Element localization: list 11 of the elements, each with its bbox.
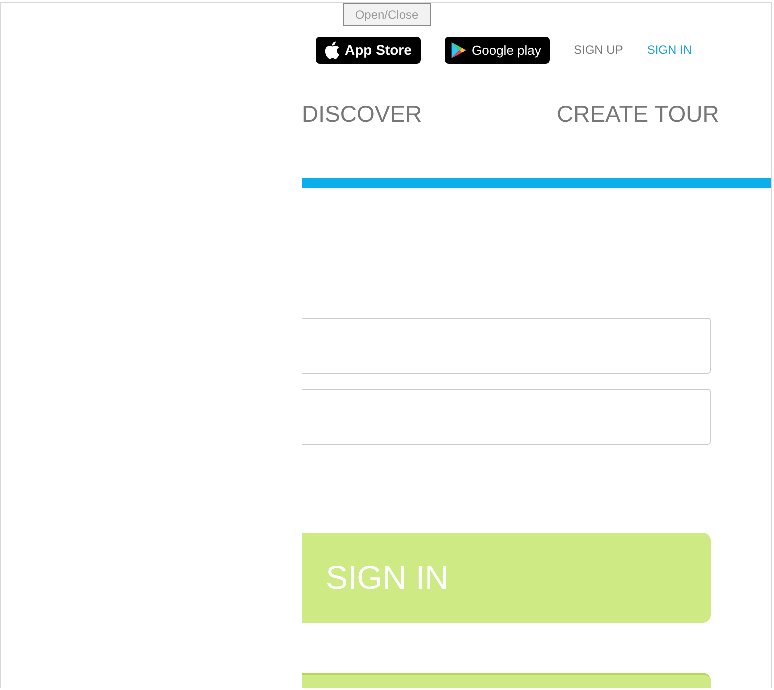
input-field[interactable] bbox=[302, 318, 711, 374]
play-triangle-icon bbox=[451, 40, 467, 60]
auth-link[interactable]: SIGN IN bbox=[647, 43, 692, 57]
google-play-badge[interactable]: Google play bbox=[445, 36, 550, 64]
open-close-button[interactable]: Open/Close bbox=[343, 3, 431, 26]
nav-link[interactable]: CREATE TOUR bbox=[557, 101, 720, 149]
input-field[interactable] bbox=[302, 389, 711, 445]
apple-icon bbox=[324, 40, 340, 60]
auth-link[interactable]: SIGN UP bbox=[574, 43, 624, 57]
app-store-badge[interactable]: App Store bbox=[316, 36, 421, 64]
nav-link[interactable]: DISCOVER bbox=[302, 101, 557, 149]
